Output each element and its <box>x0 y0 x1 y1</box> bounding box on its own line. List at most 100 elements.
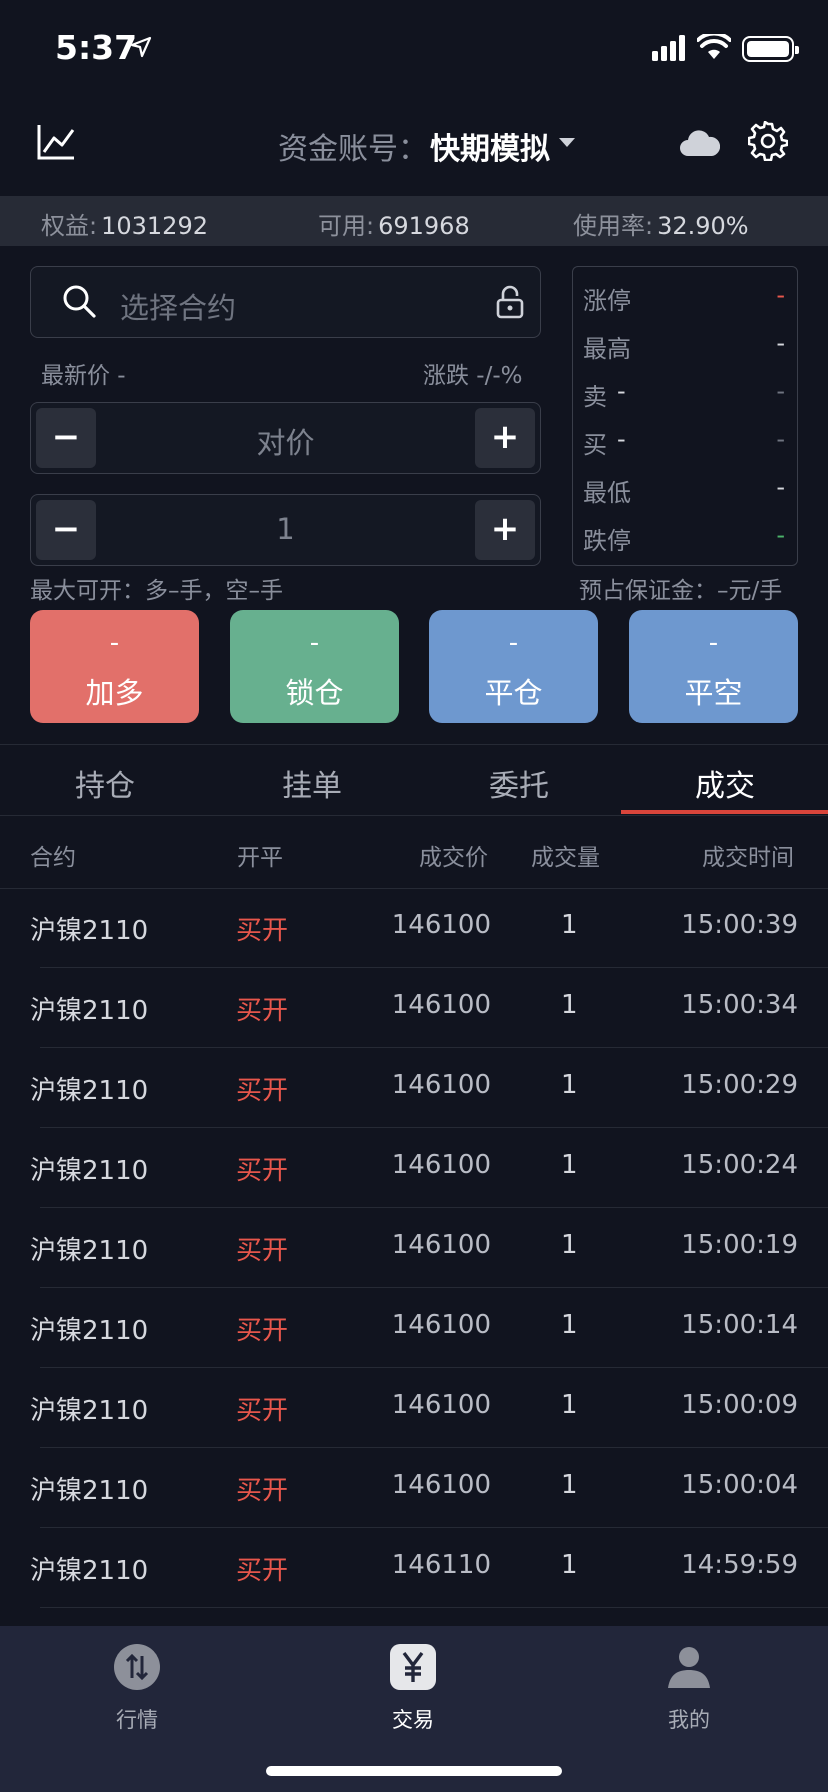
table-row[interactable]: 沪镍2110 买开 146100 1 15:00:24 <box>0 1128 828 1208</box>
contract-cell: 沪镍2110 <box>30 996 149 1026</box>
user-icon <box>666 1644 712 1690</box>
table-row[interactable]: 沪镍2110 买开 146100 1 15:00:34 <box>0 968 828 1048</box>
price-cell: 146100 <box>391 1470 491 1500</box>
volume-cell: 1 <box>561 1070 578 1100</box>
ask-row: 卖-- <box>583 377 785 411</box>
nav-trade[interactable]: 交易 <box>363 1644 463 1734</box>
price-cell: 146100 <box>391 1070 491 1100</box>
direction-cell: 买开 <box>236 1076 289 1106</box>
tab-positions[interactable]: 持仓 <box>75 761 135 805</box>
price-minus-button[interactable]: − <box>36 408 96 468</box>
time-cell: 15:00:04 <box>681 1470 798 1500</box>
price-mode-value[interactable]: 对价 <box>101 420 470 462</box>
max-open-text: 最大可开：多–手，空–手 <box>30 578 283 604</box>
quantity-plus-button[interactable]: + <box>475 500 535 560</box>
margin-text: 预占保证金：–元/手 <box>579 578 783 604</box>
time-cell: 15:00:39 <box>681 910 798 940</box>
table-row[interactable]: 沪镍2110 买开 146100 1 15:00:09 <box>0 1368 828 1448</box>
limit-down-row: 跌停 - <box>583 521 785 555</box>
change-label: 涨跌 -/-% <box>423 363 523 389</box>
nav-market[interactable]: 行情 <box>87 1644 187 1734</box>
available-item: 可用: 691968 <box>318 212 470 240</box>
cellular-signal-icon <box>652 35 685 61</box>
time-cell: 15:00:29 <box>681 1070 798 1100</box>
time-cell: 15:00:34 <box>681 990 798 1020</box>
latest-price-label: 最新价 - <box>41 363 126 389</box>
lock-position-button[interactable]: - 锁仓 <box>230 610 399 723</box>
account-selector[interactable]: 快期模拟 <box>430 124 550 168</box>
cloud-icon[interactable] <box>680 126 720 158</box>
price-cell: 146100 <box>391 1310 491 1340</box>
quantity-minus-button[interactable]: − <box>36 500 96 560</box>
chart-line-icon[interactable] <box>36 122 76 162</box>
volume-cell: 1 <box>561 990 578 1020</box>
lock-icon[interactable] <box>496 285 524 319</box>
search-icon <box>63 285 96 318</box>
limit-up-row: 涨停 - <box>583 281 785 315</box>
low-row: 最低 - <box>583 473 785 507</box>
col-header-contract: 合约 <box>30 845 76 871</box>
location-arrow-icon <box>130 36 152 58</box>
buy-open-button[interactable]: - 加多 <box>30 610 199 723</box>
contract-cell: 沪镍2110 <box>30 1076 149 1106</box>
nav-mine[interactable]: 我的 <box>639 1644 739 1734</box>
tab-pending[interactable]: 挂单 <box>282 761 342 805</box>
price-cell: 146110 <box>391 1550 491 1580</box>
volume-cell: 1 <box>561 1230 578 1260</box>
search-placeholder: 选择合约 <box>120 291 237 325</box>
quantity-stepper: − 1 + <box>30 494 541 566</box>
contract-cell: 沪镍2110 <box>30 1476 149 1506</box>
tab-bar: 持仓 挂单 委托 成交 <box>0 744 828 816</box>
market-icon <box>114 1644 160 1690</box>
direction-cell: 买开 <box>236 1316 289 1346</box>
time-cell: 14:59:59 <box>681 1550 798 1580</box>
quantity-value[interactable]: 1 <box>101 512 470 546</box>
col-header-time: 成交时间 <box>702 845 794 871</box>
time-cell: 15:00:19 <box>681 1230 798 1260</box>
sell-open-button[interactable]: - 平空 <box>629 610 798 723</box>
table-row[interactable]: 沪镍2110 买开 146100 1 15:00:19 <box>0 1208 828 1288</box>
gear-icon[interactable] <box>748 121 788 161</box>
direction-cell: 买开 <box>236 1476 289 1506</box>
col-header-volume: 成交量 <box>531 845 600 871</box>
table-row[interactable]: 沪镍2110 买开 146110 1 14:59:59 <box>0 1528 828 1608</box>
volume-cell: 1 <box>561 1390 578 1420</box>
direction-cell: 买开 <box>236 1156 289 1186</box>
time-cell: 15:00:09 <box>681 1390 798 1420</box>
contract-search-input[interactable] <box>30 266 541 338</box>
direction-cell: 买开 <box>236 916 289 946</box>
caret-down-icon[interactable] <box>559 138 575 147</box>
tab-trades[interactable]: 成交 <box>695 761 755 805</box>
volume-cell: 1 <box>561 1470 578 1500</box>
direction-cell: 买开 <box>236 1556 289 1586</box>
price-cell: 146100 <box>391 990 491 1020</box>
account-summary-bar: 权益: 1031292 可用: 691968 使用率: 32.90% <box>0 196 828 246</box>
close-position-button[interactable]: - 平仓 <box>429 610 598 723</box>
volume-cell: 1 <box>561 1550 578 1580</box>
usage-rate-item: 使用率: 32.90% <box>573 212 749 240</box>
table-row[interactable]: 沪镍2110 买开 146100 1 15:00:04 <box>0 1448 828 1528</box>
wifi-icon <box>697 34 731 59</box>
table-row[interactable]: 沪镍2110 买开 146100 1 15:00:39 <box>0 888 828 968</box>
account-label: 资金账号： <box>278 132 428 167</box>
direction-cell: 买开 <box>236 1236 289 1266</box>
contract-cell: 沪镍2110 <box>30 1156 149 1186</box>
price-cell: 146100 <box>391 1390 491 1420</box>
high-row: 最高 - <box>583 329 785 363</box>
table-row[interactable]: 沪镍2110 买开 146100 1 15:00:14 <box>0 1288 828 1368</box>
price-plus-button[interactable]: + <box>475 408 535 468</box>
home-indicator <box>266 1766 562 1776</box>
tab-orders[interactable]: 委托 <box>489 761 549 805</box>
active-tab-indicator <box>621 810 828 814</box>
contract-cell: 沪镍2110 <box>30 1556 149 1586</box>
price-cell: 146100 <box>391 1230 491 1260</box>
price-stepper: − 对价 + <box>30 402 541 474</box>
volume-cell: 1 <box>561 910 578 940</box>
volume-cell: 1 <box>561 1310 578 1340</box>
row-divider <box>40 1607 828 1608</box>
time-cell: 15:00:14 <box>681 1310 798 1340</box>
table-row[interactable]: 沪镍2110 买开 146100 1 15:00:29 <box>0 1048 828 1128</box>
col-header-price: 成交价 <box>419 845 488 871</box>
col-header-direction: 开平 <box>237 845 283 871</box>
equity-item: 权益: 1031292 <box>41 212 208 240</box>
